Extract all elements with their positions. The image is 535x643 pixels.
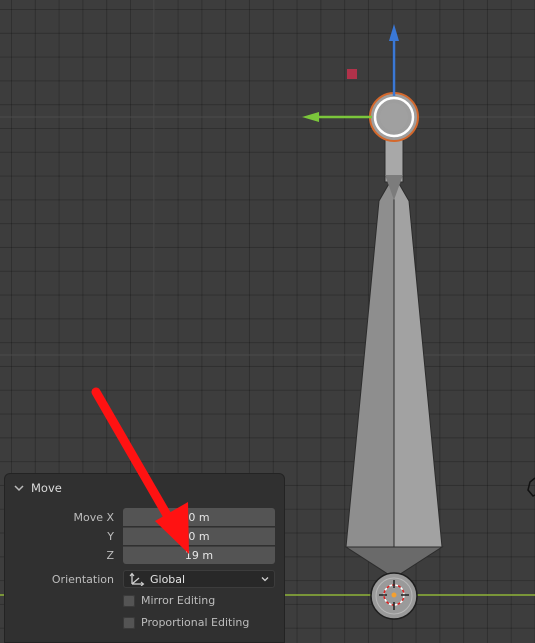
move-y-field[interactable]: 0 m xyxy=(123,527,275,545)
proportional-editing-toggle[interactable]: Proportional Editing xyxy=(123,616,249,629)
panel-title: Move xyxy=(31,481,62,495)
move-z-field[interactable]: 19 m xyxy=(123,546,275,564)
xy-plane-handle-icon[interactable] xyxy=(347,69,357,79)
orientation-dropdown[interactable]: Global xyxy=(123,570,275,588)
move-x-field[interactable]: 0 m xyxy=(123,508,275,526)
light-object-icon[interactable] xyxy=(527,477,535,497)
mirror-editing-label: Mirror Editing xyxy=(141,594,216,607)
proportional-editing-label: Proportional Editing xyxy=(141,616,250,629)
z-axis-arrow-icon[interactable] xyxy=(389,24,399,41)
move-y-label: Y xyxy=(107,530,114,543)
bone-head[interactable] xyxy=(369,92,419,142)
mirror-editing-checkbox[interactable] xyxy=(123,594,135,607)
orientation-value: Global xyxy=(150,572,186,586)
proportional-editing-checkbox[interactable] xyxy=(123,616,135,629)
bone-body-left-face[interactable] xyxy=(345,173,395,551)
orientation-axes-icon xyxy=(129,572,145,586)
orientation-label: Orientation xyxy=(51,573,114,586)
operator-redo-panel: Move Move X 0 m Y 0 m Z 19 m Orientation… xyxy=(5,474,284,642)
move-x-label: Move X xyxy=(73,511,114,524)
y-axis-arrow-icon[interactable] xyxy=(302,112,319,122)
bone[interactable] xyxy=(344,135,444,579)
chevron-down-icon[interactable] xyxy=(13,482,25,494)
chevron-down-icon xyxy=(261,577,269,582)
move-z-label: Z xyxy=(106,549,114,562)
mirror-editing-toggle[interactable]: Mirror Editing xyxy=(123,594,215,607)
panel-header[interactable]: Move xyxy=(13,479,62,497)
bone-body-right-face[interactable] xyxy=(393,173,443,551)
